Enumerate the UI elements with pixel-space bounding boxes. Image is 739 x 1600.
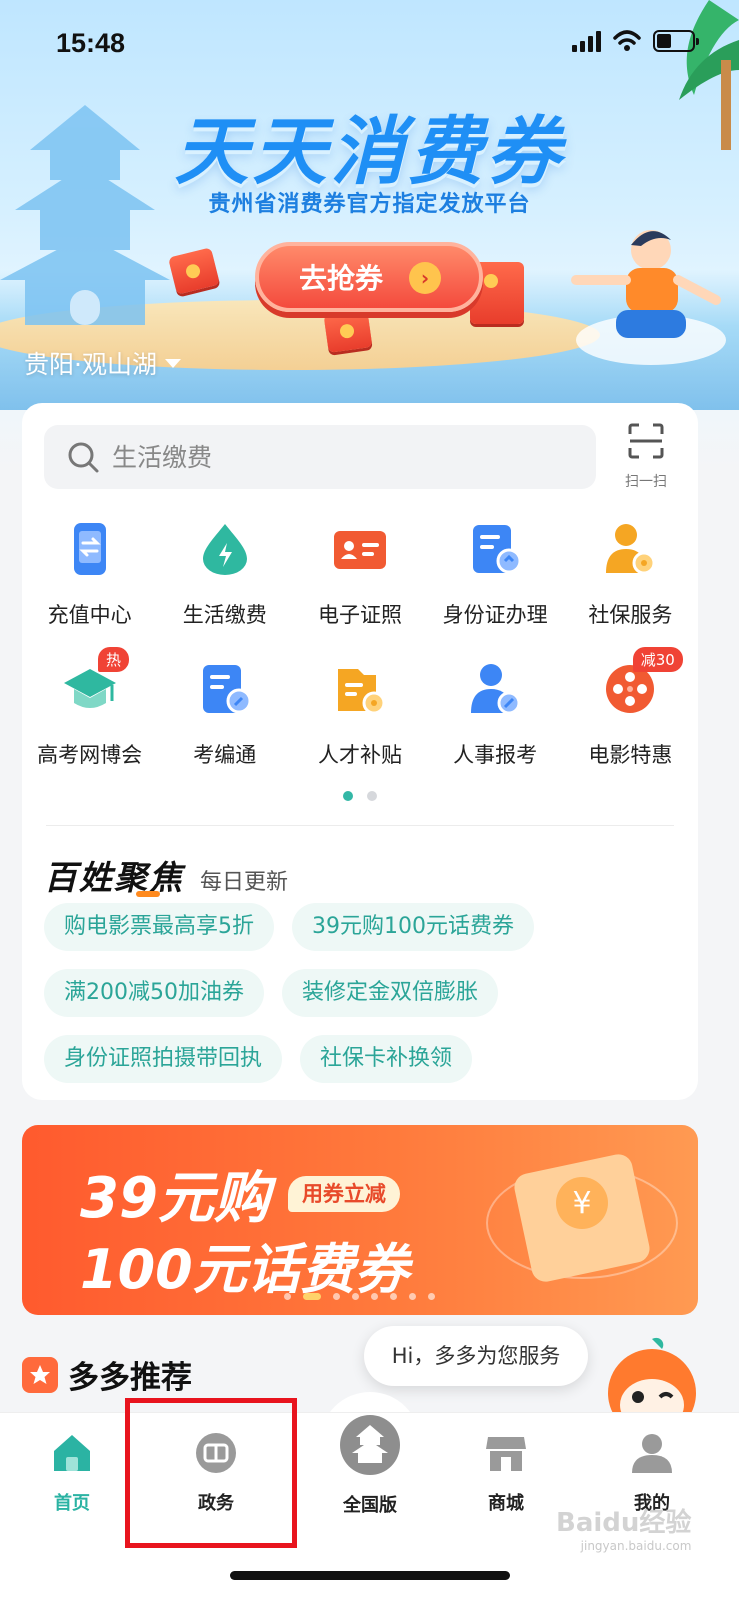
focus-tag[interactable]: 装修定金双倍膨胀 (282, 969, 499, 1017)
star-icon (22, 1356, 58, 1393)
recommend-header: 多多推荐 (22, 1352, 192, 1397)
focus-title: 百姓聚焦 (44, 851, 184, 899)
focus-tag[interactable]: 39元购100元话费券 (292, 903, 534, 951)
service-utility-payment[interactable]: 生活缴费 (157, 521, 292, 661)
service-personnel-exam[interactable]: 人事报考 (428, 661, 563, 801)
status-time: 15:48 (56, 28, 126, 58)
search-input[interactable] (112, 442, 532, 472)
tab-label: 商城 (488, 1493, 524, 1514)
service-recharge-center[interactable]: 充值中心 (22, 521, 157, 661)
phone-recharge-icon (73, 523, 106, 575)
chevron-right-icon: › (409, 262, 441, 294)
scan-label: 扫一扫 (625, 474, 667, 490)
service-label: 充值中心 (47, 603, 132, 627)
scan-button[interactable]: 扫一扫 (618, 421, 674, 491)
status-bar: 15:48 (0, 0, 739, 90)
location-selector[interactable]: 贵阳·观山湖 (24, 345, 181, 381)
home-icon (54, 1435, 90, 1471)
service-row: 充值中心 生活缴费 电子证照 身份证办理 社保服务 (22, 521, 698, 661)
id-form-icon (473, 525, 522, 574)
assistant-greeting-bubble[interactable]: Hi，多多为您服务 (364, 1326, 588, 1386)
social-security-icon (606, 524, 656, 575)
focus-tag[interactable]: 社保卡补换领 (300, 1035, 473, 1083)
battery-icon (653, 30, 699, 52)
location-label: 贵阳·观山湖 (24, 350, 157, 379)
service-label: 人才补贴 (317, 743, 402, 767)
highlight-box-gov-tab (125, 1398, 297, 1548)
service-talent-subsidy[interactable]: 人才补贴 (292, 661, 427, 801)
tab-label: 全国版 (343, 1495, 397, 1516)
service-label: 人事报考 (453, 743, 538, 767)
watermark-url: jingyan.baidu.com (580, 1539, 692, 1553)
service-label: 电子证照 (317, 603, 402, 627)
exam-form-icon (202, 665, 252, 714)
promo-pagination-dots (284, 1293, 435, 1300)
service-movie-deals[interactable]: 减30 电影特惠 (563, 647, 698, 801)
service-label: 社保服务 (588, 603, 673, 627)
tab-mall[interactable]: 商城 (446, 1431, 566, 1515)
service-exam-registration[interactable]: 考编通 (157, 661, 292, 801)
profile-icon (632, 1434, 672, 1473)
service-label: 电影特惠 (588, 743, 673, 767)
promo-badge: 用券立减 (287, 1175, 400, 1212)
grab-voucher-button[interactable]: 去抢券 › (255, 242, 483, 312)
service-id-card-processing[interactable]: 身份证办理 (428, 521, 563, 661)
focus-tags: 购电影票最高享5折 39元购100元话费券 满200减50加油券 装修定金双倍膨… (44, 903, 684, 1101)
service-label: 身份证办理 (442, 603, 548, 627)
wifi-icon (613, 30, 641, 51)
search-icon (68, 442, 99, 473)
grid-pagination-dots (22, 791, 698, 801)
talent-folder-icon (337, 669, 386, 715)
personnel-icon (471, 664, 521, 715)
home-indicator (230, 1571, 510, 1580)
caret-down-icon (164, 358, 181, 368)
recommend-title: 多多推荐 (68, 1360, 192, 1396)
service-social-security[interactable]: 社保服务 (563, 521, 698, 661)
coupon-ticket-illustration: ¥ (486, 1154, 678, 1282)
tab-label: 首页 (54, 1493, 90, 1514)
focus-tag[interactable]: 购电影票最高享5折 (44, 903, 274, 951)
service-grid: 充值中心 生活缴费 电子证照 身份证办理 社保服务 热 高考网博会 考编通 人才… (22, 521, 698, 801)
service-e-license[interactable]: 电子证照 (292, 521, 427, 661)
tab-national[interactable]: 全国版 (310, 1413, 430, 1517)
focus-tag[interactable]: 身份证照拍摄带回执 (44, 1035, 283, 1083)
svg-text:¥: ¥ (572, 1186, 591, 1221)
service-label: 考编通 (193, 743, 257, 767)
pagoda-icon (340, 1415, 400, 1475)
service-label: 高考网博会 (37, 743, 143, 767)
tag-row: 满200减50加油券 装修定金双倍膨胀 (44, 969, 684, 1017)
surfer-illustration (571, 230, 726, 365)
service-gaokao-fair[interactable]: 热 高考网博会 (22, 647, 157, 801)
tab-home[interactable]: 首页 (12, 1431, 132, 1515)
service-row: 热 高考网博会 考编通 人才补贴 人事报考 减30 电影特惠 (22, 647, 698, 801)
consumption-voucher-banner[interactable]: 15:48 天天消费券 贵州省消费券官方指定发放平台 去抢券 › 贵阳·观山湖 (0, 0, 739, 470)
promo-price: 39元购 (80, 1166, 270, 1231)
promo-headline: 39元购 用券立减 (80, 1153, 400, 1234)
section-divider (46, 825, 674, 826)
scan-icon (628, 423, 664, 459)
red-envelope-icon (323, 309, 373, 353)
cellular-signal-icon (572, 30, 601, 52)
focus-header: 百姓聚焦 每日更新 (44, 851, 288, 899)
banner-subtitle: 贵州省消费券官方指定发放平台 (208, 192, 531, 217)
baidu-jingyan-watermark: Baidu经验 jingyan.baidu.com (556, 1502, 691, 1553)
tag-row: 购电影票最高享5折 39元购100元话费券 (44, 903, 684, 951)
store-icon (486, 1437, 526, 1471)
services-card: 扫一扫 充值中心 生活缴费 (22, 403, 698, 1100)
hot-badge: 热 (98, 647, 130, 672)
focus-tag[interactable]: 满200减50加油券 (44, 969, 264, 1017)
service-label: 生活缴费 (182, 603, 267, 627)
discount-badge: 减30 (632, 647, 683, 672)
banner-title: 天天消费券 (174, 109, 565, 195)
watermark-brand: Baidu经验 (556, 1508, 692, 1538)
tag-row: 身份证照拍摄带回执 社保卡补换领 (44, 1035, 684, 1083)
app-root: 15:48 天天消费券 贵州省消费券官方指定发放平台 去抢券 › 贵阳·观山湖 … (0, 0, 739, 1600)
search-bar[interactable] (44, 425, 596, 489)
focus-subtitle: 每日更新 (200, 870, 289, 895)
id-card-icon (333, 531, 386, 569)
phone-credit-promo-banner[interactable]: ¥ 39元购 用券立减 100元话费券 (22, 1125, 698, 1315)
utility-drop-icon (202, 524, 247, 575)
status-icons (572, 30, 699, 52)
grab-voucher-label: 去抢券 (299, 262, 384, 295)
